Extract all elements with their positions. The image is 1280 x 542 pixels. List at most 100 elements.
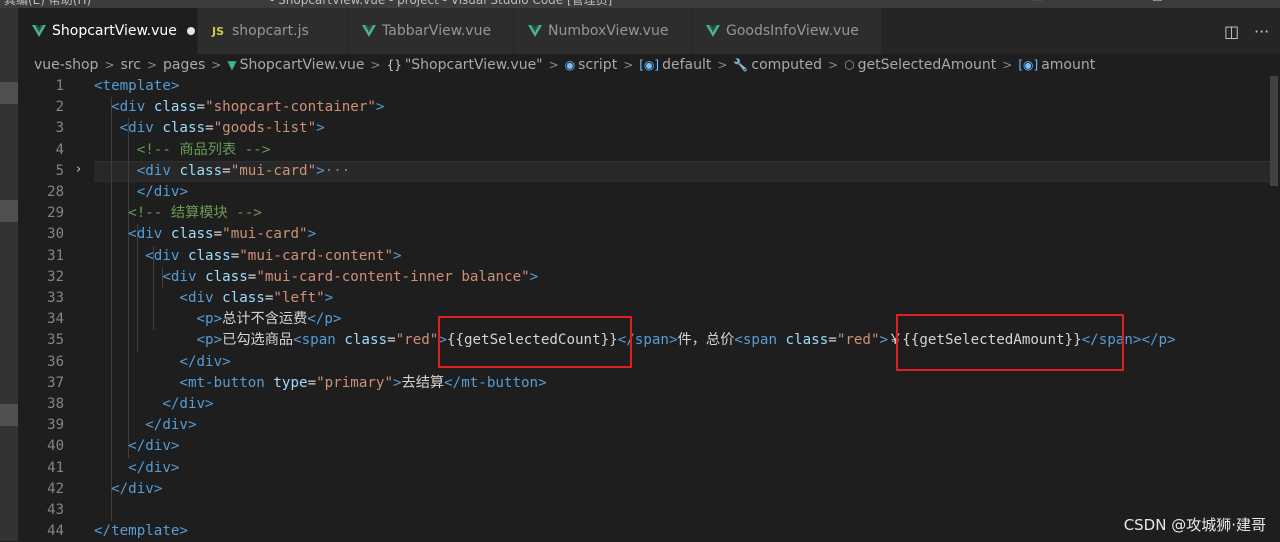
code-token: = xyxy=(387,332,396,349)
code-editor[interactable]: 1 2 3 4 5 28 29 30 31 32 33 34 35 36 37 38 39 40 41 42 43 44 … xyxy=(18,76,1280,541)
line-number: 42 xyxy=(47,480,64,497)
js-icon: JS xyxy=(212,24,225,38)
tab-goodsinfoview-vue[interactable]: GoodsInfoView.vue xyxy=(692,8,882,54)
code-token: 总计不含运费 xyxy=(222,311,308,328)
code-line[interactable]: <div class="shopcart-container"> xyxy=(94,97,384,118)
breadcrumb-item[interactable]: "ShopcartView.vue" xyxy=(405,57,543,73)
tab-shopcart-js[interactable]: JS shopcart.js xyxy=(198,8,348,54)
code-token: = xyxy=(205,120,214,137)
code-token: class xyxy=(222,290,265,306)
breadcrumb-item[interactable]: vue-shop xyxy=(34,57,98,73)
minimize-button-icon[interactable]: ─ xyxy=(1098,0,1105,4)
chevron-right-icon: > xyxy=(828,58,839,72)
code-token: </div> xyxy=(162,396,214,412)
chevron-right-icon: > xyxy=(211,58,222,72)
chevron-right-icon[interactable]: › xyxy=(76,162,81,177)
code-token: class xyxy=(170,226,214,243)
line-number: 30 xyxy=(47,226,64,243)
menu-labels[interactable]: 其编(E) 帮助(H) xyxy=(4,0,91,8)
minimize-icon[interactable]: ▭ xyxy=(1032,0,1043,4)
breadcrumb-item[interactable]: amount xyxy=(1041,57,1095,73)
line-number: 2 xyxy=(55,99,64,116)
code-token: "left" xyxy=(273,290,325,306)
line-number: 4 xyxy=(55,141,64,158)
code-line[interactable]: <div class="left"> xyxy=(94,288,333,309)
code-line[interactable]: <div class="mui-card"> xyxy=(94,224,316,245)
code-line[interactable]: </div> xyxy=(94,394,214,415)
line-number: 33 xyxy=(47,290,64,306)
code-token: "goods-list" xyxy=(213,120,317,137)
code-token: </div> xyxy=(145,417,197,434)
tab-shopcartview-vue[interactable]: ShopcartView.vue xyxy=(18,8,198,54)
code-line[interactable]: </template> xyxy=(94,521,188,542)
code-line[interactable]: <div class="mui-card-content-inner balan… xyxy=(94,267,538,288)
code-token: <div xyxy=(162,268,197,285)
line-number: 32 xyxy=(47,268,64,285)
code-token: class xyxy=(344,332,388,349)
scrollbar-thumb[interactable] xyxy=(1270,76,1278,186)
breadcrumb-item[interactable]: ShopcartView.vue xyxy=(240,57,365,73)
code-token: > xyxy=(529,268,539,285)
code-token: </template> xyxy=(94,523,188,540)
code-token: > xyxy=(179,184,188,200)
line-number: 29 xyxy=(47,205,64,222)
code-line[interactable]: <div class="mui-card-content"> xyxy=(94,246,401,267)
code-line[interactable]: </div> xyxy=(94,479,162,500)
code-token: ··· xyxy=(324,162,351,179)
code-token: class xyxy=(153,99,197,116)
code-token: class xyxy=(179,162,223,179)
close-icon[interactable]: ✕ xyxy=(1208,0,1218,4)
code-token: <p> xyxy=(196,311,223,328)
code-line[interactable]: </div> xyxy=(94,352,230,373)
highlight-box-selected-amount xyxy=(896,314,1124,371)
breadcrumb-item[interactable]: default xyxy=(662,57,711,73)
code-line[interactable]: </div> xyxy=(94,415,197,436)
code-token: </p> xyxy=(1141,332,1176,349)
line-number: 31 xyxy=(47,247,64,264)
line-number: 5 xyxy=(55,162,64,179)
activity-marker[interactable] xyxy=(0,404,18,426)
tab-numboxview-vue[interactable]: NumboxView.vue xyxy=(514,8,692,54)
activity-marker[interactable] xyxy=(0,82,18,104)
tab-tabbarview-vue[interactable]: TabbarView.vue xyxy=(348,8,514,54)
breadcrumb-item[interactable]: computed xyxy=(751,57,822,73)
braces-icon: {} xyxy=(386,58,402,72)
code-line[interactable]: <!-- 结算模块 --> xyxy=(94,203,262,224)
code-line[interactable]: </div> xyxy=(94,436,179,457)
code-area[interactable]: <template> <div class="shopcart-containe… xyxy=(94,76,1274,541)
code-line[interactable]: <template> xyxy=(94,76,179,97)
code-line[interactable]: </div> xyxy=(94,182,188,203)
code-token: </div> xyxy=(128,438,180,455)
maximize-icon[interactable]: ☐ xyxy=(1152,0,1163,4)
code-line[interactable]: <!-- 商品列表 --> xyxy=(94,140,271,161)
chevron-right-icon: > xyxy=(548,58,559,72)
code-token: = xyxy=(213,226,223,243)
code-token: <div xyxy=(119,120,154,137)
code-token: > xyxy=(375,99,385,116)
code-line[interactable]: <div class="mui-card">··· xyxy=(94,161,351,182)
code-token: 已勾选商品 xyxy=(222,332,294,349)
code-line[interactable]: <div class="goods-list"> xyxy=(94,118,325,139)
code-line[interactable]: <p>总计不含运费</p> xyxy=(94,309,342,330)
breadcrumb-item[interactable]: script xyxy=(578,57,617,73)
unsaved-dot-icon[interactable] xyxy=(186,27,195,35)
breadcrumb-item[interactable]: src xyxy=(121,57,141,73)
activity-marker[interactable] xyxy=(0,200,18,222)
code-line[interactable]: <mt-button type="primary">去结算</mt-button… xyxy=(94,373,546,394)
code-token: = xyxy=(230,247,240,264)
code-token: <!-- 商品列表 --> xyxy=(136,141,271,158)
line-number: 36 xyxy=(47,353,64,370)
breadcrumb-item[interactable]: pages xyxy=(163,57,205,73)
breadcrumb-item[interactable]: getSelectedAmount xyxy=(858,57,997,73)
more-actions-icon[interactable]: ··· xyxy=(1254,22,1269,41)
code-token: > xyxy=(392,374,402,391)
split-editor-icon[interactable]: ◫ xyxy=(1224,22,1239,41)
code-line[interactable]: </div> xyxy=(94,458,179,479)
code-token: <p> xyxy=(196,332,223,349)
scrollbar[interactable] xyxy=(1270,76,1280,541)
tab-label: ShopcartView.vue xyxy=(52,23,177,39)
